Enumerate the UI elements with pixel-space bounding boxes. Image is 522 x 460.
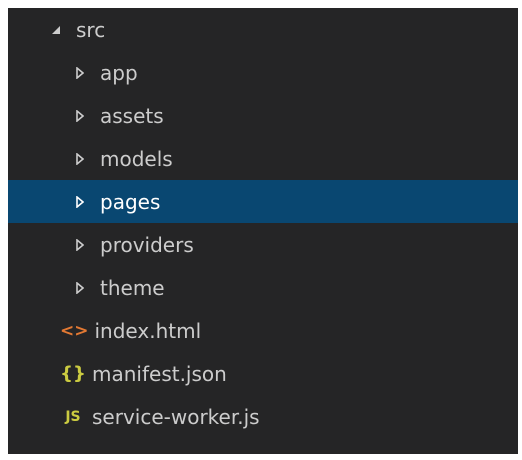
folder-label: assets [100, 103, 164, 128]
tree-item-models-folder[interactable]: models [8, 137, 518, 180]
folder-label: models [100, 146, 173, 171]
file-explorer: src app assets models pages providers th… [8, 8, 518, 454]
tree-item-manifest-json[interactable]: {} manifest.json [8, 352, 518, 395]
tree-item-index-html[interactable]: <> index.html [8, 309, 518, 352]
triangle-right-icon[interactable] [72, 280, 88, 296]
file-label: service-worker.js [92, 404, 260, 429]
json-file-icon: {} [60, 363, 86, 384]
tree-item-service-worker-js[interactable]: JS service-worker.js [8, 395, 518, 438]
folder-label: pages [100, 189, 161, 214]
tree-item-providers-folder[interactable]: providers [8, 223, 518, 266]
tree-item-pages-folder[interactable]: pages [8, 180, 518, 223]
folder-label: theme [100, 275, 165, 300]
triangle-right-icon[interactable] [72, 108, 88, 124]
folder-label: providers [100, 232, 194, 257]
triangle-down-icon[interactable] [48, 22, 64, 38]
folder-label: src [76, 17, 106, 42]
folder-label: app [100, 60, 138, 85]
triangle-right-icon[interactable] [72, 194, 88, 210]
explorer-empty-space [8, 439, 518, 454]
triangle-right-icon[interactable] [72, 151, 88, 167]
js-file-icon: JS [65, 408, 81, 425]
triangle-right-icon[interactable] [72, 237, 88, 253]
html-file-icon: <> [60, 320, 89, 341]
tree-item-src-folder[interactable]: src [8, 8, 518, 51]
tree-item-assets-folder[interactable]: assets [8, 94, 518, 137]
tree-item-theme-folder[interactable]: theme [8, 266, 518, 309]
file-label: index.html [94, 318, 202, 343]
tree-item-app-folder[interactable]: app [8, 51, 518, 94]
file-label: manifest.json [92, 361, 227, 386]
triangle-right-icon[interactable] [72, 65, 88, 81]
